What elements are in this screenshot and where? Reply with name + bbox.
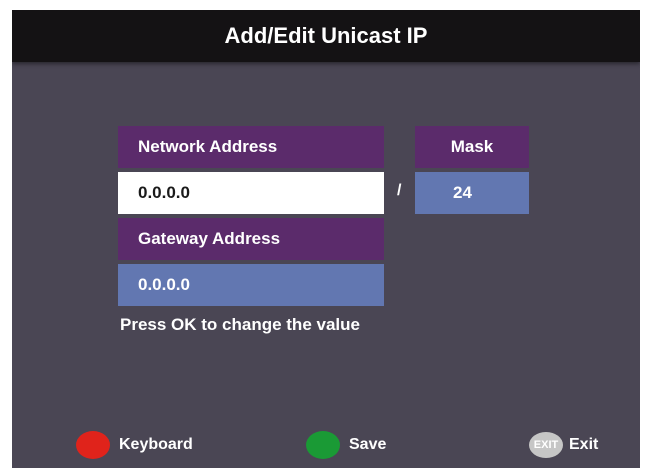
gateway-address-field[interactable]: 0.0.0.0 bbox=[118, 264, 384, 306]
mask-separator: / bbox=[397, 182, 402, 199]
red-circle-icon bbox=[76, 431, 110, 459]
exit-button[interactable]: EXIT Exit bbox=[529, 430, 598, 460]
mask-label: Mask bbox=[415, 126, 529, 168]
exit-button-icon: EXIT bbox=[529, 432, 563, 458]
gateway-address-label: Gateway Address bbox=[118, 218, 384, 260]
green-circle-icon bbox=[306, 431, 340, 459]
network-address-field[interactable]: 0.0.0.0 bbox=[118, 172, 384, 214]
save-label: Save bbox=[349, 436, 387, 453]
keyboard-button[interactable]: Keyboard bbox=[76, 430, 193, 460]
mask-field[interactable]: 24 bbox=[415, 172, 529, 214]
page-title: Add/Edit Unicast IP bbox=[12, 10, 640, 62]
hint-text: Press OK to change the value bbox=[120, 315, 360, 334]
save-button[interactable]: Save bbox=[306, 430, 386, 460]
ip-config-screen: Add/Edit Unicast IP Network Address 0.0.… bbox=[12, 10, 640, 468]
exit-label: Exit bbox=[569, 436, 599, 453]
network-address-label: Network Address bbox=[118, 126, 384, 168]
keyboard-label: Keyboard bbox=[119, 436, 193, 453]
